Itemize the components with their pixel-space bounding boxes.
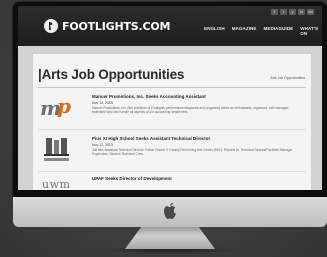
nav-whats-on[interactable]: WHAT'S ON [300, 26, 322, 36]
monitor-chin [13, 197, 327, 227]
social-links: f t y in rss [271, 9, 314, 15]
job-description: Job title: Assistant Technical Director,… [92, 148, 294, 156]
job-divider [38, 171, 306, 172]
job-body: Mancer Promotions, Inc. Seeks Accounting… [92, 94, 302, 114]
job-date: Nov 14, 2013 [92, 101, 113, 105]
job-title[interactable]: Pius XI High School Seeks Assistant Tech… [92, 136, 302, 142]
site-header: f t y in rss FOOTLIGHTS.COM ENGLISH MAGA… [18, 6, 322, 46]
page-title: |Arts Job Opportunities [38, 67, 185, 82]
job-description: Mancer Promotions, Inc. (the publisher o… [92, 106, 290, 114]
job-divider [38, 129, 306, 130]
job-date: Nov 12, 2013 [92, 143, 113, 147]
jobs-link[interactable]: Arts Job Opportunities [270, 76, 305, 80]
site-nav: ENGLISH MAGAZINE MEDIAGUIDE WHAT'S ON [204, 26, 322, 36]
job-title[interactable]: Mancer Promotions, Inc. Seeks Accounting… [92, 94, 302, 100]
job-title[interactable]: UPAF Seeks Director of Development [92, 176, 302, 182]
nav-magazine[interactable]: MAGAZINE [232, 26, 257, 36]
facebook-icon[interactable]: f [271, 9, 278, 15]
screen: f t y in rss FOOTLIGHTS.COM ENGLISH MAGA… [18, 6, 322, 190]
site-logo[interactable]: FOOTLIGHTS.COM [44, 19, 170, 33]
job-body: Pius XI High School Seeks Assistant Tech… [92, 136, 302, 156]
pius-xi-logo [40, 136, 76, 164]
uwm-logo: uwm [40, 176, 76, 190]
logo-text: FOOTLIGHTS.COM [62, 19, 171, 33]
twitter-icon[interactable]: t [280, 9, 287, 15]
monitor-stand [125, 227, 215, 249]
nav-mediaguide[interactable]: MEDIAGUIDE [264, 26, 294, 36]
content-panel: |Arts Job Opportunities Arts Job Opportu… [33, 54, 311, 190]
mp-logo: m p [40, 94, 76, 122]
nav-english[interactable]: ENGLISH [204, 26, 225, 36]
svg-text:p: p [57, 94, 71, 118]
footlights-logo-icon [44, 19, 58, 33]
apple-logo-icon [164, 202, 176, 219]
rss-icon[interactable]: rss [307, 9, 314, 15]
linkedin-icon[interactable]: in [298, 9, 305, 15]
title-divider [38, 87, 306, 88]
svg-text:uwm: uwm [42, 178, 71, 190]
job-body: UPAF Seeks Director of Development [92, 176, 302, 182]
youtube-icon[interactable]: y [289, 9, 296, 15]
monitor-frame: f t y in rss FOOTLIGHTS.COM ENGLISH MAGA… [13, 2, 327, 197]
